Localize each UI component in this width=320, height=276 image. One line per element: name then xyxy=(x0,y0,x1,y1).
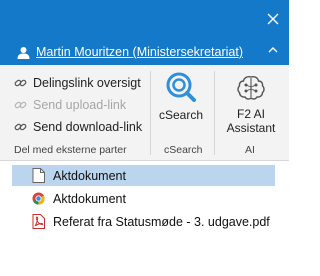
close-icon[interactable] xyxy=(267,13,279,25)
share-link-overview-button[interactable]: Delingslink oversigt xyxy=(14,73,141,93)
link-icon xyxy=(14,79,27,87)
user-row[interactable]: Martin Mouritzen (Ministersekretariat) xyxy=(17,43,243,61)
blank-document-icon xyxy=(32,168,45,183)
chrome-document-icon xyxy=(32,192,45,205)
ribbon-divider xyxy=(214,71,215,155)
csearch-icon xyxy=(166,72,196,102)
pdf-icon xyxy=(32,214,45,229)
user-icon xyxy=(17,46,30,59)
chevron-up-icon[interactable] xyxy=(268,45,278,55)
ribbon-divider xyxy=(150,71,151,155)
send-upload-link-label: Send upload-link xyxy=(33,98,127,112)
send-upload-link-button[interactable]: Send upload-link xyxy=(14,95,126,115)
send-download-link-label: Send download-link xyxy=(33,120,143,134)
ai-button-label-line1: F2 AI xyxy=(236,107,265,121)
brain-icon xyxy=(237,76,265,100)
share-group: Delingslink oversigt Send upload-link Se… xyxy=(0,65,149,160)
share-group-label: Del med eksterne parter xyxy=(14,144,127,156)
document-list: Aktdokument Aktdokument Referat fra Stat… xyxy=(0,161,289,276)
document-name: Aktdokument xyxy=(53,168,126,183)
f2-ai-assistant-button[interactable]: F2 AI Assistant xyxy=(220,69,282,145)
csearch-button-label: cSearch xyxy=(158,108,204,122)
document-name: Referat fra Statusmøde - 3. udgave.pdf xyxy=(53,214,270,229)
share-link-overview-label: Delingslink oversigt xyxy=(33,76,141,90)
ai-button-label-line2: Assistant xyxy=(226,121,276,135)
document-name: Aktdokument xyxy=(53,191,126,206)
list-item[interactable]: Aktdokument xyxy=(12,165,275,186)
list-item[interactable]: Referat fra Statusmøde - 3. udgave.pdf xyxy=(12,211,275,232)
list-item[interactable]: Aktdokument xyxy=(12,188,275,209)
ai-group-label: AI xyxy=(245,144,255,156)
user-name-link[interactable]: Martin Mouritzen (Ministersekretariat) xyxy=(36,45,243,59)
csearch-button[interactable]: cSearch xyxy=(152,69,210,139)
link-download-icon xyxy=(14,123,27,131)
f2-panel-window: Martin Mouritzen (Ministersekretariat) D… xyxy=(0,0,289,276)
link-upload-icon xyxy=(14,101,27,109)
title-bar: Martin Mouritzen (Ministersekretariat) xyxy=(0,0,289,65)
send-download-link-button[interactable]: Send download-link xyxy=(14,117,142,137)
csearch-group-label: cSearch xyxy=(164,144,203,156)
ribbon: Delingslink oversigt Send upload-link Se… xyxy=(0,65,289,161)
